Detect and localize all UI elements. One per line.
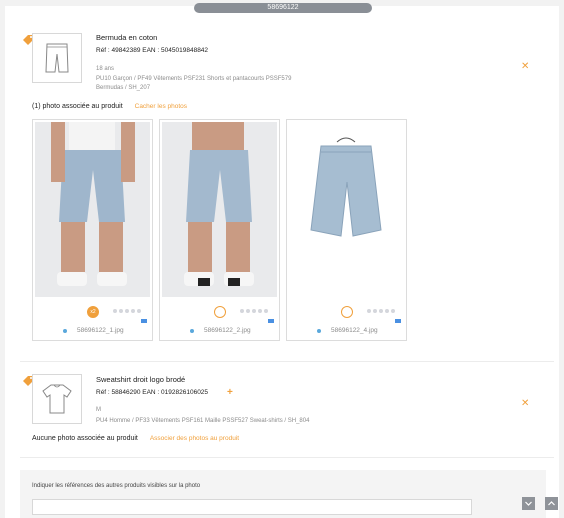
photo-association-row: Aucune photo associée au produit Associe… xyxy=(32,435,239,442)
photo-product-packshot xyxy=(289,122,404,297)
product-name: Bermuda en coton xyxy=(96,33,158,42)
other-references-label: Indiquer les références des autres produ… xyxy=(32,483,201,489)
photo-model-back xyxy=(162,122,277,297)
product-category-2: Bermudas / SH_207 xyxy=(96,85,151,91)
other-references-input[interactable] xyxy=(32,499,472,515)
no-photo-label: Aucune photo associée au produit xyxy=(32,435,138,442)
photo-association-row: (1) photo associée au produit Cacher les… xyxy=(32,103,187,110)
photo-select-toggle[interactable]: x2 xyxy=(87,306,99,318)
photo-rating[interactable] xyxy=(113,309,141,313)
product-ref: Réf : 49842389 EAN : 5045019848842 xyxy=(96,47,209,54)
tshirt-icon xyxy=(42,384,72,414)
photo-select-toggle[interactable] xyxy=(214,306,226,318)
product-thumbnail-shorts[interactable] xyxy=(32,33,82,83)
scroll-top-button[interactable] xyxy=(545,497,558,510)
product-panel: Bermuda en coton Réf : 49842389 EAN : 50… xyxy=(5,6,559,518)
remove-product-button[interactable]: ✕ xyxy=(521,62,529,72)
product-category: PU4 Homme / PF33 Vêtements PSF161 Maille… xyxy=(96,418,310,424)
product-id-pill[interactable]: 58696122 xyxy=(194,3,372,13)
add-product-button[interactable]: + xyxy=(227,388,233,398)
flag-icon xyxy=(268,319,274,323)
chevron-down-icon xyxy=(525,501,532,506)
photo-count-label: (1) photo associée au produit xyxy=(32,103,123,110)
status-dot-icon xyxy=(190,329,194,333)
photo-rating[interactable] xyxy=(240,309,268,313)
photo-card[interactable]: 58696122_4.jpg xyxy=(286,119,407,341)
product-thumbnail-sweatshirt[interactable] xyxy=(32,374,82,424)
photo-card[interactable]: x2 58696122_1.jpg xyxy=(32,119,153,341)
product-ref: Réf : 58846290 EAN : 0192826106025 xyxy=(96,389,209,396)
hide-photos-link[interactable]: Cacher les photos xyxy=(135,103,187,110)
remove-product-button[interactable]: ✕ xyxy=(521,399,529,409)
flag-icon xyxy=(395,319,401,323)
product-size: M xyxy=(96,407,101,413)
product-name: Sweatshirt droit logo brodé xyxy=(96,375,186,384)
shorts-icon xyxy=(45,43,69,73)
photo-filename: 58696122_2.jpg xyxy=(204,327,251,334)
product-category: PU10 Garçon / PF49 Vêtements PSF231 Shor… xyxy=(96,76,292,82)
status-dot-icon xyxy=(317,329,321,333)
status-dot-icon xyxy=(63,329,67,333)
photo-filename: 58696122_1.jpg xyxy=(77,327,124,334)
flag-icon xyxy=(141,319,147,323)
photo-model-front xyxy=(35,122,150,297)
photo-rating[interactable] xyxy=(367,309,395,313)
other-references-section: Indiquer les références des autres produ… xyxy=(20,470,546,518)
associate-photos-link[interactable]: Associer des photos au produit xyxy=(150,435,239,442)
section-divider xyxy=(20,457,554,458)
section-divider xyxy=(20,361,554,362)
product-size: 18 ans xyxy=(96,66,115,72)
photo-select-toggle[interactable] xyxy=(341,306,353,318)
chevron-up-icon xyxy=(548,501,555,506)
photo-filename: 58696122_4.jpg xyxy=(331,327,378,334)
photo-card[interactable]: 58696122_2.jpg xyxy=(159,119,280,341)
scroll-down-button[interactable] xyxy=(522,497,535,510)
